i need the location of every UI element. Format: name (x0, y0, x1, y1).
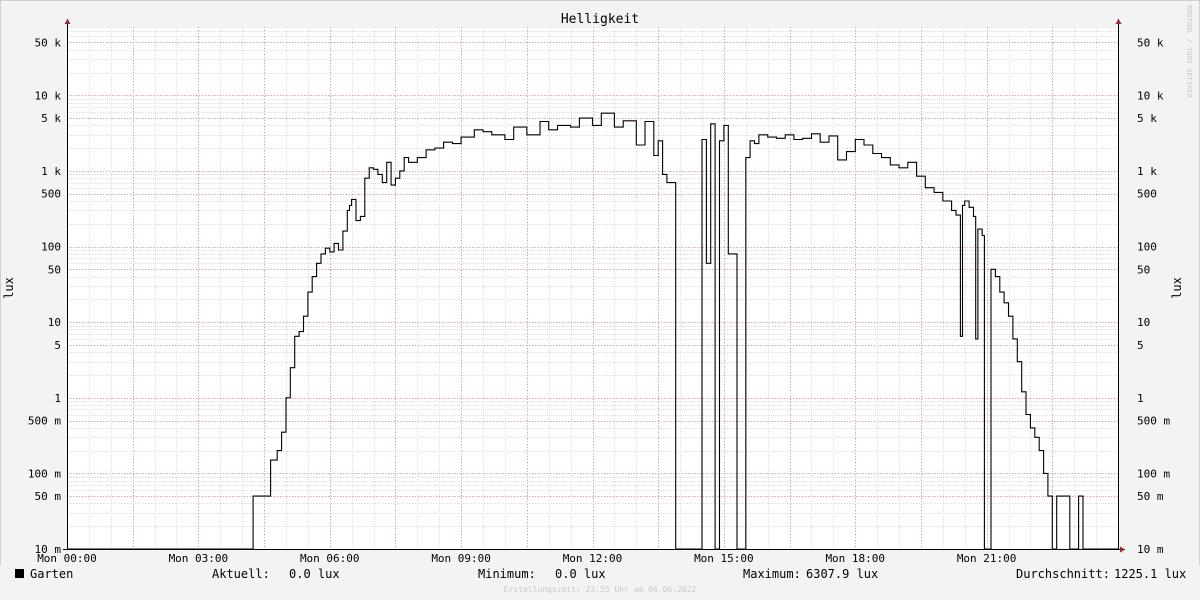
y-tick-label-left: 50 k (35, 36, 62, 49)
legend-series-name: Garten (30, 567, 74, 581)
y-tick-label-right: 100 (1137, 241, 1157, 254)
legend-current-value: 0.0 lux (289, 567, 340, 581)
y-tick-label-right: 10 m (1137, 543, 1164, 556)
y-tick-label-right: 50 (1137, 263, 1150, 276)
y-tick-label-right: 5 (1137, 339, 1144, 352)
legend-min-label: Minimum: (478, 567, 536, 581)
y-tick-label-right: 1 k (1137, 165, 1157, 178)
x-tick-label: Mon 00:00 (37, 552, 97, 565)
creation-timestamp: Erstellungszeit: 23:55 Uhr am 06.06.2022 (503, 585, 697, 594)
y-tick-label-left: 100 m (28, 467, 61, 480)
y-tick-label-right: 100 m (1137, 467, 1170, 480)
y-tick-label-right: 1 (1137, 392, 1144, 405)
y-tick-label-right: 10 k (1137, 89, 1164, 102)
y-axis-label-right: lux (1170, 277, 1184, 299)
y-tick-label-left: 5 (54, 339, 61, 352)
y-tick-label-left: 100 (41, 241, 61, 254)
watermark: RRDTOOL / TOBI OETIKER (1185, 5, 1193, 99)
x-tick-label: Mon 18:00 (825, 552, 885, 565)
y-tick-label-right: 10 (1137, 316, 1150, 329)
x-tick-label: Mon 03:00 (169, 552, 229, 565)
x-tick-label: Mon 12:00 (563, 552, 623, 565)
x-tick-label: Mon 21:00 (957, 552, 1017, 565)
legend-avg-value: 1225.1 lux (1114, 567, 1187, 581)
legend-swatch (15, 569, 24, 578)
legend-max-value: 6307.9 lux (806, 567, 879, 581)
chart-title: Helligkeit (561, 12, 639, 27)
y-tick-label-left: 50 (48, 263, 61, 276)
x-tick-label: Mon 09:00 (431, 552, 491, 565)
legend: Garten Aktuell: 0.0 lux Minimum: 0.0 lux… (0, 567, 1200, 583)
y-tick-label-left: 50 m (35, 490, 62, 503)
rrd-graph: 10 m 10 m 50 m 50 m 100 m 100 m 500 m 500 m1155… (0, 0, 1200, 600)
legend-min-value: 0.0 lux (555, 567, 606, 581)
y-tick-label-right: 50 k (1137, 36, 1164, 49)
y-tick-label-right: 500 m (1137, 415, 1170, 428)
y-tick-label-left: 500 (41, 188, 61, 201)
y-axis-label-left: lux (2, 277, 16, 299)
y-tick-label-right: 500 (1137, 188, 1157, 201)
x-tick-label: Mon 15:00 (694, 552, 754, 565)
y-tick-label-left: 5 k (41, 112, 61, 125)
y-tick-label-left: 10 k (35, 89, 62, 102)
y-tick-label-right: 5 k (1137, 112, 1157, 125)
y-tick-label-left: 1 (54, 392, 61, 405)
chart-canvas: 10 m 10 m50 m 50 m100 m 100 m500 m 500 m1 15 5… (0, 0, 1200, 600)
legend-max-label: Maximum: (743, 567, 801, 581)
y-tick-label-right: 50 m (1137, 490, 1164, 503)
legend-current-label: Aktuell: (212, 567, 270, 581)
y-tick-label-left: 500 m (28, 415, 61, 428)
y-tick-label-left: 10 (48, 316, 61, 329)
x-tick-label: Mon 06:00 (300, 552, 360, 565)
y-tick-label-left: 1 k (41, 165, 61, 178)
legend-avg-label: Durchschnitt: (1016, 567, 1110, 581)
